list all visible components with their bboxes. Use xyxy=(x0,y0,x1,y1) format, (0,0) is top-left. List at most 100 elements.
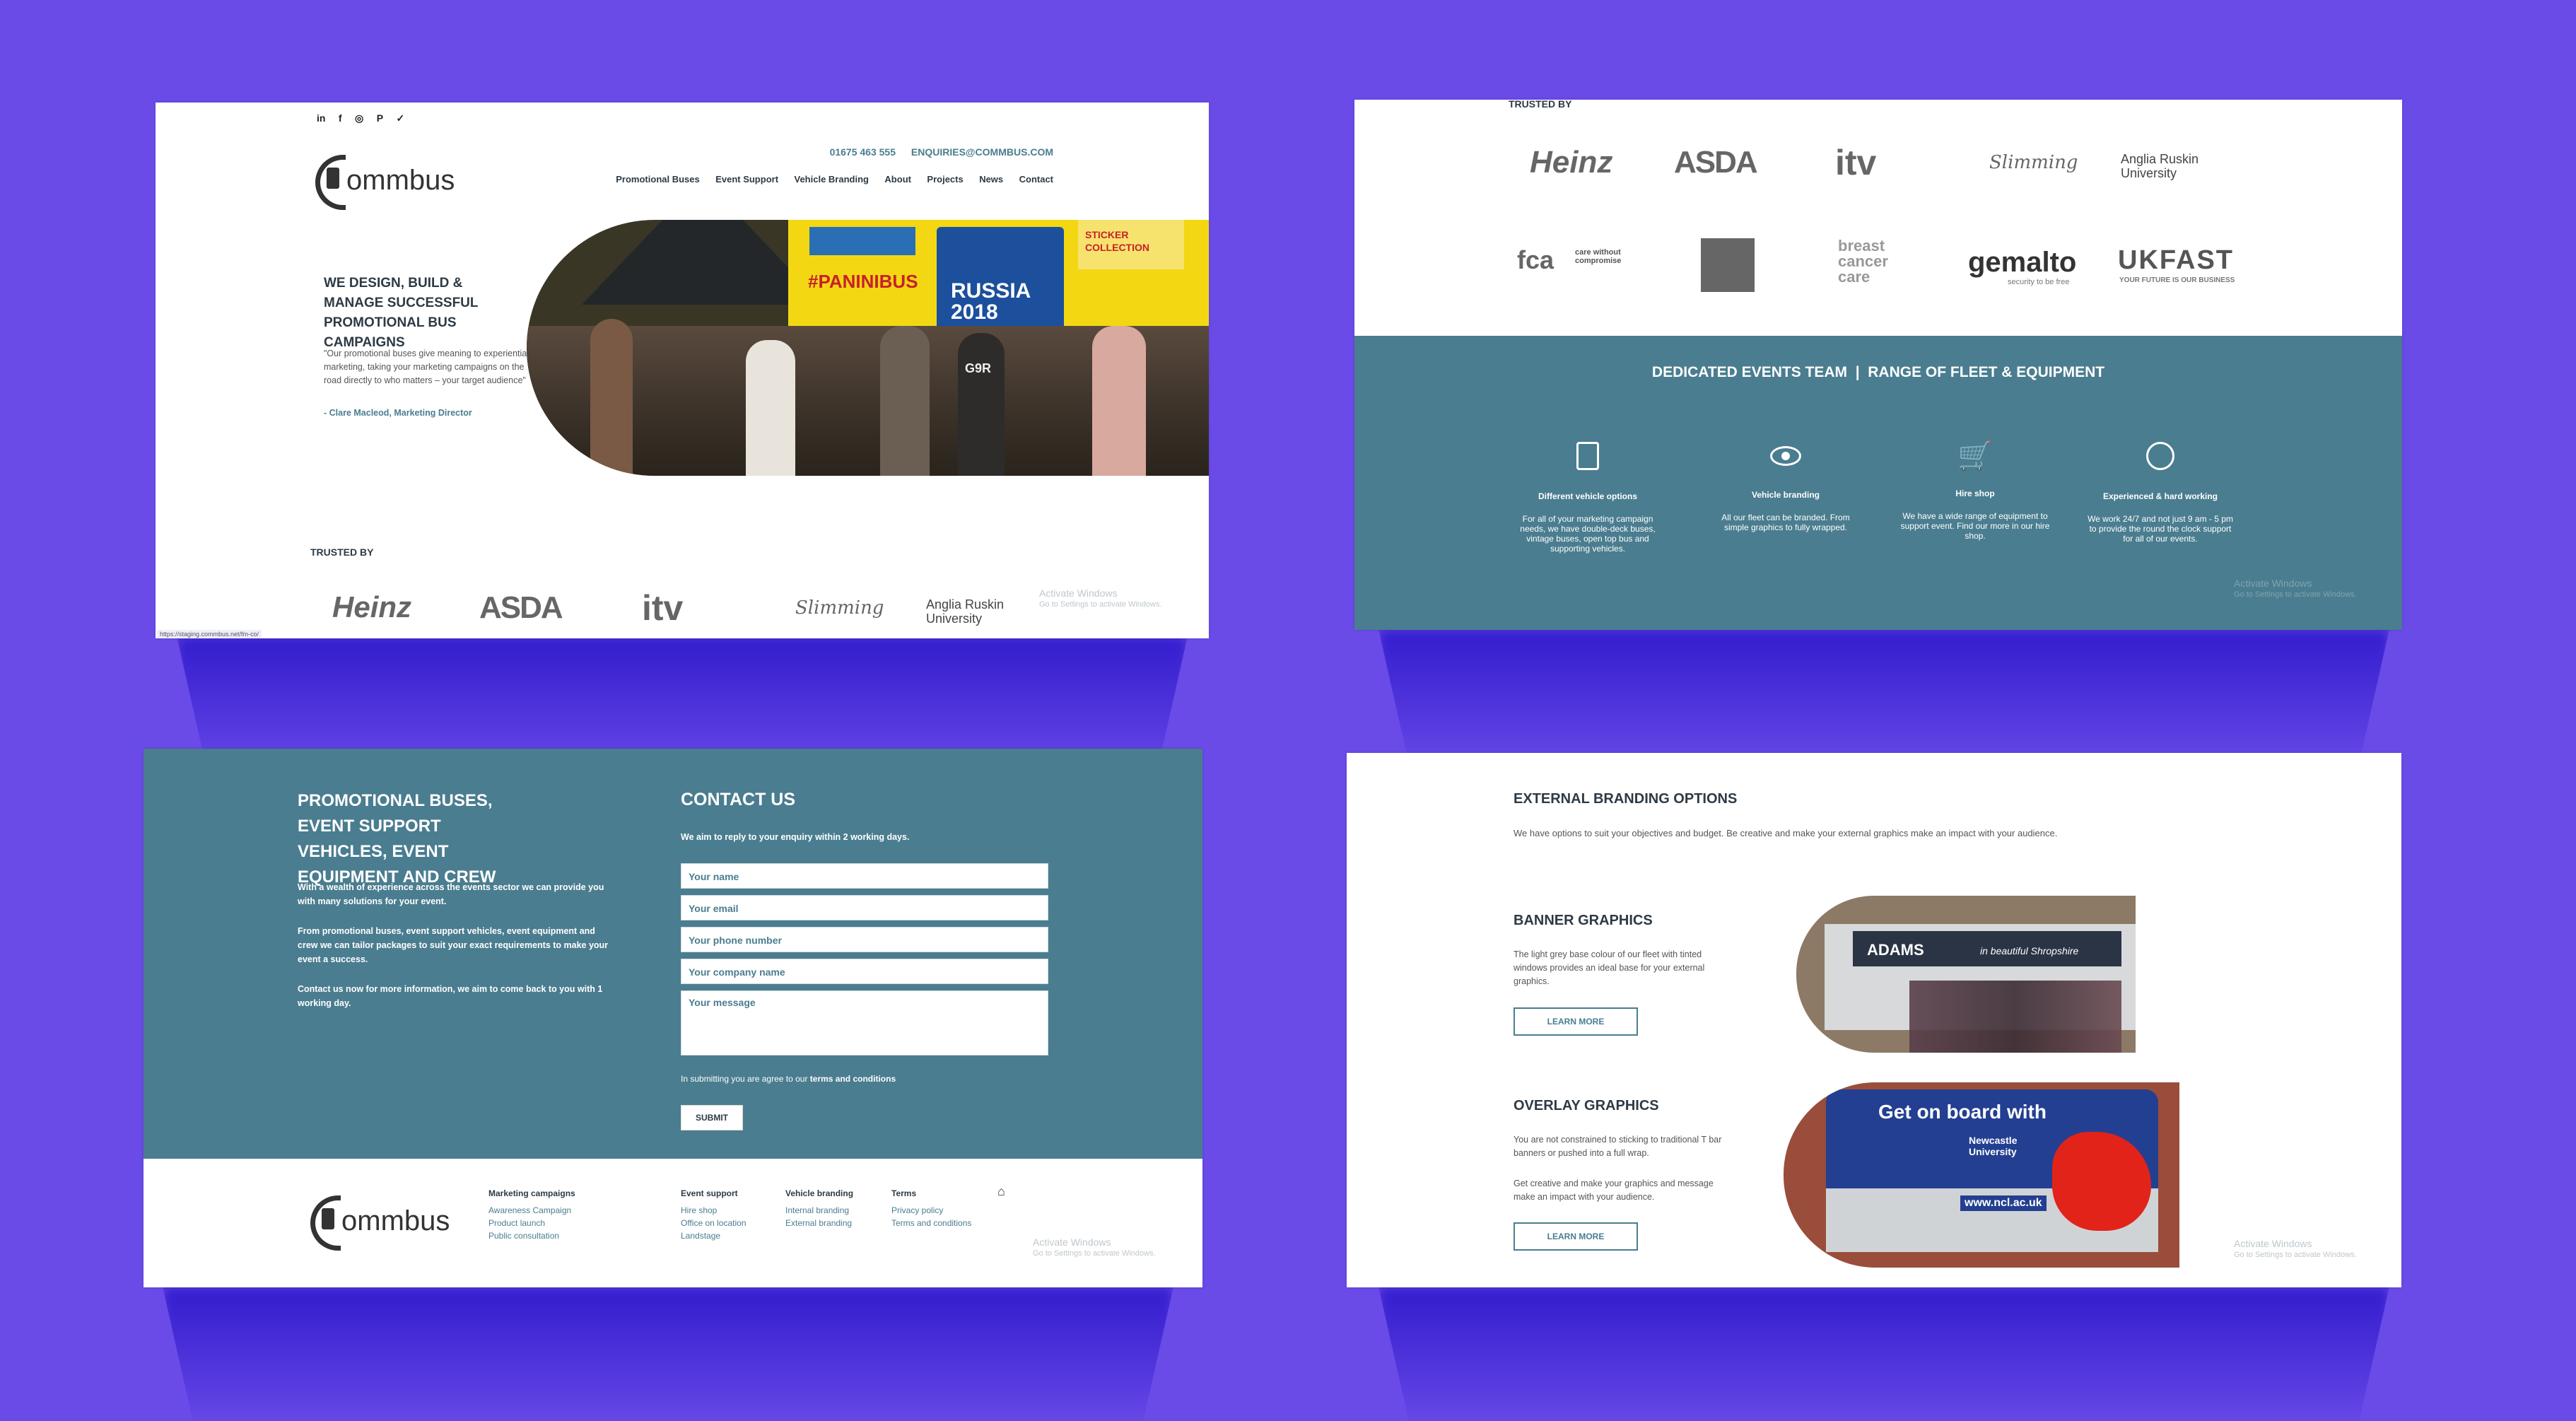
person-3 xyxy=(880,326,930,476)
social-links: in f ◎ P ✓ xyxy=(317,112,414,125)
banner-learn-more-button[interactable]: LEARN MORE xyxy=(1514,1007,1638,1036)
footer-link[interactable]: Awareness Campaign xyxy=(488,1204,575,1217)
feature-vehicle-options: Different vehicle options For all of you… xyxy=(1517,442,1658,554)
home-icon[interactable]: ⌂ xyxy=(997,1184,1005,1199)
message-field[interactable]: Your message xyxy=(681,990,1048,1055)
trusted-by-label: TRUSTED BY xyxy=(1509,100,1572,110)
footer-link[interactable]: Product launch xyxy=(488,1217,575,1229)
russia-text: RUSSIA 2018 xyxy=(951,279,1031,324)
footer-heading: Marketing campaigns xyxy=(488,1188,575,1198)
band-title: DEDICATED EVENTS TEAM | RANGE OF FLEET &… xyxy=(1651,364,2105,380)
banner-graphics-title: BANNER GRAPHICS xyxy=(1514,913,1653,928)
footer-link[interactable]: Terms and conditions xyxy=(891,1217,971,1229)
logo-asda: ASDA xyxy=(479,590,563,625)
contact-paragraph-2: From promotional buses, event support ve… xyxy=(298,926,609,964)
phone-field[interactable]: Your phone number xyxy=(681,927,1048,952)
logo-fca-tagline: care without compromise xyxy=(1575,248,1622,265)
footer-link[interactable]: External branding xyxy=(785,1217,853,1229)
banner-bus-photo: ADAMS in beautiful Shropshire xyxy=(1796,896,2136,1053)
logo-crest xyxy=(1701,238,1755,292)
logo-gemalto: gemalto xyxy=(1968,247,2077,278)
footer-logo[interactable]: ommbus xyxy=(310,1193,452,1251)
person-5 xyxy=(1092,326,1146,476)
company-field[interactable]: Your company name xyxy=(681,959,1048,984)
footer-link[interactable]: Public consultation xyxy=(488,1229,575,1242)
event-tent xyxy=(582,220,824,305)
homepage-screenshot: in f ◎ P ✓ 01675 463 555 ENQUIRIES@COMMB… xyxy=(156,103,1209,638)
phone-link[interactable]: 01675 463 555 xyxy=(830,146,896,158)
watermark-title: Activate Windows xyxy=(2234,578,2312,589)
contact-bar: 01675 463 555 ENQUIRIES@COMMBUS.COM xyxy=(830,146,1053,158)
feature-text: We have a wide range of equipment to sup… xyxy=(1900,511,2050,541)
facebook-icon[interactable]: f xyxy=(339,112,342,124)
nav-contact[interactable]: Contact xyxy=(1019,174,1053,185)
feature-vehicle-branding: Vehicle branding All our fleet can be br… xyxy=(1709,442,1862,532)
watermark-title: Activate Windows xyxy=(1039,587,1118,599)
branding-screenshot: EXTERNAL BRANDING OPTIONS We have option… xyxy=(1347,753,2401,1287)
footer-link[interactable]: Landstage xyxy=(681,1229,747,1242)
logo-slimming-world: Slimming xyxy=(1989,152,2078,173)
panel-shadow xyxy=(1378,629,2389,764)
panini-bus-text: #PaniniBus xyxy=(808,271,918,292)
nav-projects[interactable]: Projects xyxy=(927,174,963,185)
instagram-icon[interactable]: ◎ xyxy=(355,112,363,124)
watermark-title: Activate Windows xyxy=(1033,1236,1111,1248)
nav-vehicle-branding[interactable]: Vehicle Branding xyxy=(794,174,868,185)
feature-text: All our fleet can be branded. From simpl… xyxy=(1721,513,1850,532)
linkedin-icon[interactable]: in xyxy=(317,112,325,124)
logo-gemalto-tagline: security to be free xyxy=(2008,278,2070,286)
logo-anglia-ruskin: Anglia Ruskin University xyxy=(926,597,1005,626)
footer-heading: Vehicle branding xyxy=(785,1188,854,1198)
site-logo[interactable]: ommbus xyxy=(315,152,457,210)
crowd xyxy=(1909,981,2121,1053)
overlay-learn-more-button[interactable]: LEARN MORE xyxy=(1514,1222,1638,1251)
watermark-sub: Go to Settings to activate Windows. xyxy=(2234,1251,2357,1259)
hero-photo: #PaniniBus RUSSIA 2018 STICKER COLLECTIO… xyxy=(527,220,1209,476)
watermark-sub: Go to Settings to activate Windows. xyxy=(1039,600,1162,609)
submit-button[interactable]: SUBMIT xyxy=(681,1105,743,1130)
branding-title: EXTERNAL BRANDING OPTIONS xyxy=(1514,791,1738,807)
watermark-sub: Go to Settings to activate Windows. xyxy=(1033,1249,1156,1258)
bus-icon xyxy=(1576,442,1599,470)
footer-link[interactable]: Privacy policy xyxy=(891,1204,971,1217)
feature-title: Hire shop xyxy=(1955,489,1995,498)
overlay-graphics-text-1: You are not constrained to sticking to t… xyxy=(1514,1135,1722,1158)
footer-col-terms: Terms Privacy policy Terms and condition… xyxy=(891,1187,971,1229)
nav-about[interactable]: About xyxy=(884,174,911,185)
logo-text: ommbus xyxy=(341,1205,450,1236)
features-band: DEDICATED EVENTS TEAM | RANGE OF FLEET &… xyxy=(1354,336,2402,630)
nav-event-support[interactable]: Event Support xyxy=(715,174,778,185)
footer-link[interactable]: Internal branding xyxy=(785,1204,853,1217)
hero-title: WE DESIGN, BUILD & MANAGE SUCCESSFUL PRO… xyxy=(324,276,479,350)
footer-link[interactable]: Office on location xyxy=(681,1217,747,1229)
logo-asda: ASDA xyxy=(1674,145,1758,180)
activate-windows-watermark: Activate Windows Go to Settings to activ… xyxy=(2234,1238,2357,1261)
bus-university-text: Newcastle University xyxy=(1969,1135,2018,1157)
feature-experienced: Experienced & hard working We work 24/7 … xyxy=(2084,442,2237,544)
email-link[interactable]: ENQUIRIES@COMMBUS.COM xyxy=(911,146,1053,158)
contact-left-title: PROMOTIONAL BUSES, EVENT SUPPORT VEHICLE… xyxy=(298,791,496,887)
footer-col-event-support: Event support Hire shop Office on locati… xyxy=(681,1187,747,1242)
activate-windows-watermark: Activate Windows Go to Settings to activ… xyxy=(2234,578,2357,600)
twitter-icon[interactable]: ✓ xyxy=(397,112,405,124)
name-field[interactable]: Your name xyxy=(681,863,1048,889)
nav-news[interactable]: News xyxy=(979,174,1003,185)
panel-shadow xyxy=(163,1287,1173,1421)
footer-link[interactable]: Hire shop xyxy=(681,1204,747,1217)
nav-promotional-buses[interactable]: Promotional Buses xyxy=(616,174,699,185)
bus-banner-subtext: in beautiful Shropshire xyxy=(1980,945,2079,957)
email-field[interactable]: Your email xyxy=(681,895,1048,920)
bus-overlay-text: Get on board with xyxy=(1878,1101,2047,1123)
person-4 xyxy=(958,333,1005,476)
contact-screenshot: PROMOTIONAL BUSES, EVENT SUPPORT VEHICLE… xyxy=(144,749,1202,1287)
banner-graphics-text: The light grey base colour of our fleet … xyxy=(1514,949,1705,986)
logo-fca: fca xyxy=(1517,245,1555,274)
activate-windows-watermark: Activate Windows Go to Settings to activ… xyxy=(1039,587,1162,610)
terms-link[interactable]: terms and conditions xyxy=(810,1074,896,1084)
watermark-title: Activate Windows xyxy=(2234,1238,2312,1249)
pinterest-icon[interactable]: P xyxy=(377,112,383,124)
bus-banner-text: ADAMS xyxy=(1867,941,1924,959)
person-2 xyxy=(746,340,795,476)
logo-text: ommbus xyxy=(346,165,455,196)
footer-heading: Event support xyxy=(681,1188,738,1198)
